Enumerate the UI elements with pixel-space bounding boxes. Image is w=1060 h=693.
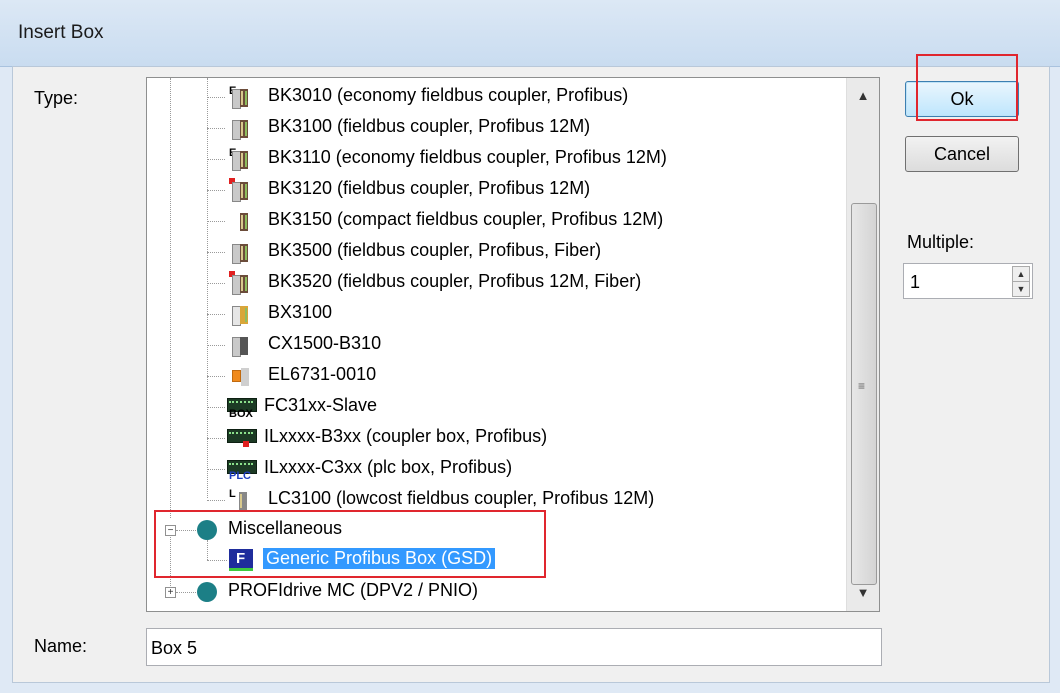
coupler-icon <box>229 240 251 264</box>
tree-item-label: ILxxxx-C3xx (plc box, Profibus) <box>264 457 513 477</box>
tree-item-bk3150[interactable]: BK3150 (compact fieldbus coupler, Profib… <box>147 206 847 236</box>
tree-branch <box>207 407 225 408</box>
tree-group-profidrive[interactable]: + PROFIdrive MC (DPV2 / PNIO) <box>147 577 847 607</box>
name-field[interactable]: Box 5 <box>146 628 882 666</box>
multiple-label: Multiple: <box>907 232 975 252</box>
tree-branch <box>207 345 225 346</box>
tree-branch <box>207 97 225 98</box>
tree-branch <box>207 438 225 439</box>
cancel-button[interactable]: Cancel <box>905 136 1019 172</box>
coupler-compact-icon <box>229 209 251 233</box>
plc-box-icon: PLC <box>225 456 257 482</box>
tree-item-bk3520[interactable]: BK3520 (fieldbus coupler, Profibus 12M, … <box>147 268 847 298</box>
tree-item-label: BK3150 (compact fieldbus coupler, Profib… <box>268 209 664 229</box>
type-label: Type: <box>34 88 79 108</box>
tree-branch <box>207 469 225 470</box>
tree-item-label: BK3100 (fieldbus coupler, Profibus 12M) <box>268 116 591 136</box>
expand-icon[interactable]: + <box>165 587 176 598</box>
tree-item-fc31xx-slave[interactable]: BOX FC31xx-Slave <box>147 392 847 422</box>
tree-branch <box>207 159 225 160</box>
tree-item-label: BX3100 <box>268 302 333 322</box>
coupler-red-icon <box>229 271 251 295</box>
tree-item-bk3500[interactable]: BK3500 (fieldbus coupler, Profibus, Fibe… <box>147 237 847 267</box>
title-bar: Insert Box <box>0 0 1060 67</box>
tree-branch <box>176 592 196 593</box>
tree-group-label: PROFIdrive MC (DPV2 / PNIO) <box>228 580 479 600</box>
plc-badge: PLC <box>229 470 251 482</box>
bx-controller-icon <box>229 302 251 326</box>
tree-item-label: BK3120 (fieldbus coupler, Profibus 12M) <box>268 178 591 198</box>
el-terminal-icon <box>229 364 251 388</box>
scroll-thumb[interactable]: ≡ <box>851 203 877 585</box>
tree-scrollbar[interactable]: ▲ ≡ ▼ <box>846 78 879 611</box>
tree-item-bk3010[interactable]: E BK3010 (economy fieldbus coupler, Prof… <box>147 82 847 112</box>
tree-item-label: LC3100 (lowcost fieldbus coupler, Profib… <box>268 488 655 508</box>
tree-branch <box>207 500 225 501</box>
box-card-icon: BOX <box>225 394 257 420</box>
lowcost-coupler-icon: L <box>229 488 251 512</box>
tree-item-label: CX1500-B310 <box>268 333 382 353</box>
tree-branch <box>207 221 225 222</box>
multiple-value: 1 <box>910 272 921 292</box>
group-dot-icon <box>197 582 217 602</box>
tree-item-bk3100[interactable]: BK3100 (fieldbus coupler, Profibus 12M) <box>147 113 847 143</box>
tree-item-bk3110[interactable]: E BK3110 (economy fieldbus coupler, Prof… <box>147 144 847 174</box>
name-field-value: Box 5 <box>151 638 198 658</box>
ok-highlight-frame <box>916 54 1018 121</box>
tree-branch <box>207 252 225 253</box>
coupler-economy-icon: E <box>229 147 251 171</box>
coupler-icon <box>229 116 251 140</box>
tree-item-label: ILxxxx-B3xx (coupler box, Profibus) <box>264 426 548 446</box>
tree-item-ilxxxx-c3xx[interactable]: PLC ILxxxx-C3xx (plc box, Profibus) <box>147 454 847 484</box>
window-title: Insert Box <box>18 22 104 43</box>
tree-item-label: BK3500 (fieldbus coupler, Profibus, Fibe… <box>268 240 602 260</box>
tree-item-label: BK3110 (economy fieldbus coupler, Profib… <box>268 147 667 167</box>
coupler-box-icon <box>225 425 257 451</box>
scroll-up-icon[interactable]: ▲ <box>847 82 879 110</box>
spin-up-icon[interactable]: ▲ <box>1012 266 1030 282</box>
tree-item-label: FC31xx-Slave <box>264 395 378 415</box>
tree-branch <box>207 190 225 191</box>
multiple-spinner[interactable]: 1 ▲ ▼ <box>903 263 1033 299</box>
highlight-frame <box>154 510 546 578</box>
tree-branch <box>207 376 225 377</box>
tree-branch <box>207 314 225 315</box>
coupler-economy-icon: E <box>229 85 251 109</box>
tree-item-bx3100[interactable]: BX3100 <box>147 299 847 329</box>
tree-item-el6731-0010[interactable]: EL6731-0010 <box>147 361 847 391</box>
tree-item-label: EL6731-0010 <box>268 364 377 384</box>
spin-down-icon[interactable]: ▼ <box>1012 281 1030 297</box>
tree-branch <box>207 283 225 284</box>
cx-module-icon <box>229 333 251 357</box>
tree-item-bk3120[interactable]: BK3120 (fieldbus coupler, Profibus 12M) <box>147 175 847 205</box>
name-label: Name: <box>34 636 88 656</box>
tree-item-label: BK3010 (economy fieldbus coupler, Profib… <box>268 85 629 105</box>
scroll-down-icon[interactable]: ▼ <box>847 579 879 607</box>
box-badge: BOX <box>229 408 253 420</box>
coupler-red-icon <box>229 178 251 202</box>
tree-branch <box>207 128 225 129</box>
tree-item-label: BK3520 (fieldbus coupler, Profibus 12M, … <box>268 271 642 291</box>
tree-item-cx1500-b310[interactable]: CX1500-B310 <box>147 330 847 360</box>
tree-item-ilxxxx-b3xx[interactable]: ILxxxx-B3xx (coupler box, Profibus) <box>147 423 847 453</box>
grip-icon: ≡ <box>858 379 866 393</box>
